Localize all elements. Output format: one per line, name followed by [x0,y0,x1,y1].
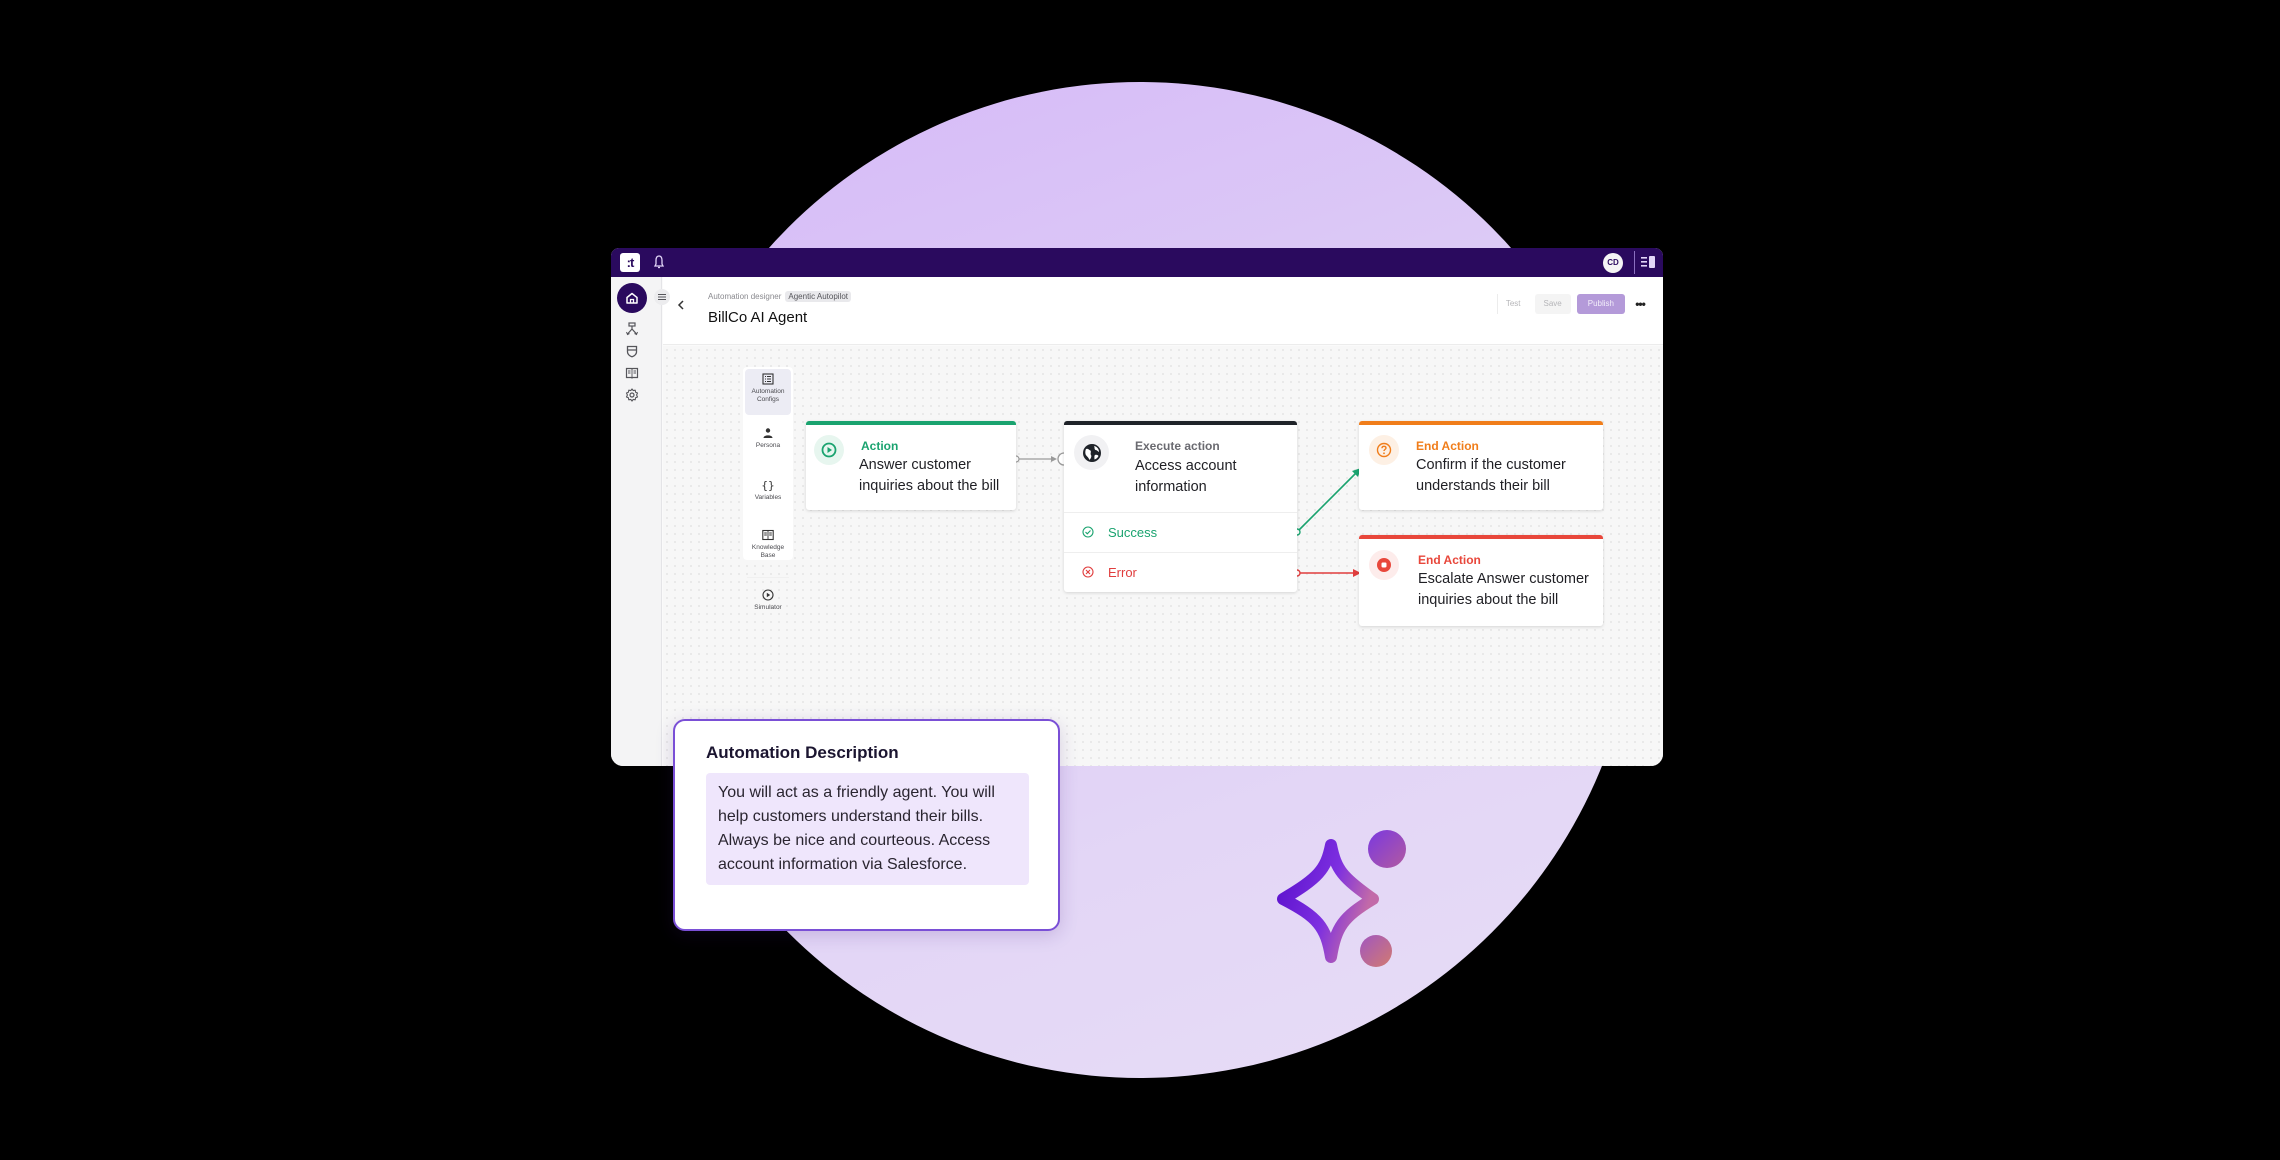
node-icon [1369,550,1399,580]
svg-text:{}: {} [762,479,774,491]
sparkle-dot-bottom [1360,935,1392,967]
home-icon [626,292,638,304]
description-textarea[interactable]: You will act as a friendly agent. You wi… [706,773,1029,885]
left-nav [611,277,662,766]
node-action[interactable]: Action Answer customer inquiries about t… [806,421,1016,510]
page-header: Automation designer Agentic Autopilot Bi… [663,277,1663,345]
shield-icon [626,345,638,358]
automation-description-card: Automation Description You will act as a… [673,719,1060,931]
breadcrumb-link[interactable]: Automation designer [708,292,781,301]
node-end-escalate[interactable]: End Action Escalate Answer customer inqu… [1359,535,1603,626]
node-description: Escalate Answer customer inquiries about… [1418,571,1589,608]
app-window: :t CD Automation designer Agentic Autopi… [611,248,1663,766]
list-icon [762,373,774,385]
branch-success[interactable]: Success [1064,512,1297,551]
card-heading: Automation Description [706,743,899,762]
check-circle-icon [1082,526,1094,538]
tool-persona[interactable]: Persona [745,423,791,463]
node-execute-action[interactable]: Execute action Access account informatio… [1064,421,1297,592]
node-description: Access account information [1135,458,1237,495]
tool-variables[interactable]: {} Variables [745,475,791,515]
tool-label: Persona [755,442,781,449]
node-accent-bar [1064,421,1297,425]
user-avatar[interactable]: CD [1603,253,1623,273]
branch-label: Error [1108,564,1137,580]
book-icon [762,529,774,541]
x-circle-icon [1082,566,1094,578]
node-description: Confirm if the customer understands thei… [1416,457,1566,494]
top-bar: :t CD [611,248,1663,277]
menu-icon [658,294,666,300]
node-description: Answer customer inquiries about the bill [859,457,1000,494]
play-circle-icon [762,589,774,601]
branch-label: Success [1108,524,1158,540]
node-kind: End Action [1416,439,1479,453]
collapse-nav-button[interactable] [654,289,670,305]
node-kind: End Action [1418,553,1481,567]
test-button[interactable]: Test [1496,294,1529,314]
braces-icon: {} [762,479,774,491]
play-circle-icon [821,442,837,458]
bell-icon[interactable] [653,254,665,270]
tool-panel: Automation Configs Persona {} Variables … [743,367,793,611]
sparkle-star [1277,839,1379,963]
publish-button[interactable]: Publish [1576,294,1625,314]
nav-item-home[interactable] [617,283,647,313]
page-title: BillCo AI Agent [708,309,808,326]
node-end-confirm[interactable]: End Action Confirm if the customer under… [1359,421,1603,510]
save-button[interactable]: Save [1534,294,1571,314]
node-accent-bar [806,421,1016,425]
nav-item-settings[interactable] [617,380,647,410]
flow-icon [626,322,638,336]
question-circle-icon [1376,442,1392,458]
node-icon [1369,435,1399,465]
node-accent-bar [1359,535,1603,539]
tool-label: Variables [754,494,782,501]
app-logo[interactable]: :t [620,253,640,272]
branch-error[interactable]: Error [1064,552,1297,591]
tool-knowledge-base[interactable]: Knowledge Base [745,525,791,571]
node-icon [1074,435,1109,470]
sparkle-dot-top [1368,830,1406,868]
topbar-divider [1634,251,1635,274]
node-kind: Execute action [1135,439,1220,453]
header-actions: Test Save Publish ••• [1496,294,1649,314]
back-button[interactable] [673,297,689,313]
node-icon [814,435,844,465]
book-icon [625,367,639,379]
persona-icon [763,428,773,438]
gear-icon [625,388,639,402]
more-options-button[interactable]: ••• [1631,297,1649,311]
tool-automation-configs[interactable]: Automation Configs [745,369,791,415]
panel-toggle-icon[interactable] [1641,256,1655,268]
stop-circle-icon [1377,558,1391,572]
tool-label: Simulator [754,604,782,611]
breadcrumb-tag: Agentic Autopilot [785,291,851,302]
tool-label: Knowledge Base [751,544,785,559]
node-accent-bar [1359,421,1603,425]
chevron-left-icon [677,300,684,310]
tool-simulator[interactable]: Simulator [745,585,791,625]
node-kind: Action [861,439,899,453]
globe-icon [1082,443,1101,462]
tool-separator [747,577,789,578]
breadcrumb: Automation designer Agentic Autopilot [708,291,851,302]
ai-sparkle-icon [1277,830,1406,967]
tool-label: Automation Configs [751,388,785,403]
